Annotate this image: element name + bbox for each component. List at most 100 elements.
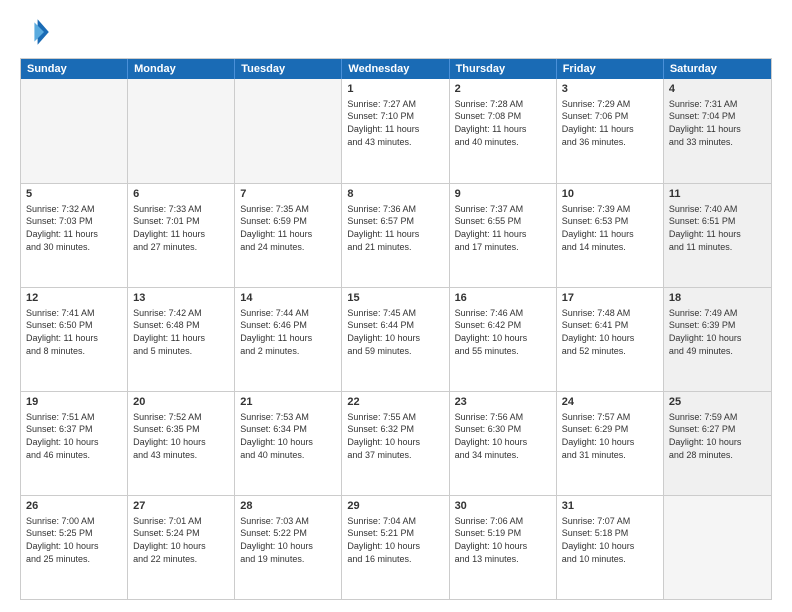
- cell-info: Sunrise: 7:57 AM Sunset: 6:29 PM Dayligh…: [562, 411, 658, 461]
- cell-info: Sunrise: 7:00 AM Sunset: 5:25 PM Dayligh…: [26, 515, 122, 565]
- day-number: 15: [347, 291, 443, 306]
- cell-info: Sunrise: 7:48 AM Sunset: 6:41 PM Dayligh…: [562, 307, 658, 357]
- day-header-wednesday: Wednesday: [342, 59, 449, 79]
- day-number: 8: [347, 187, 443, 202]
- calendar-cell: 26Sunrise: 7:00 AM Sunset: 5:25 PM Dayli…: [21, 496, 128, 599]
- calendar-cell: [128, 79, 235, 183]
- calendar-body: 1Sunrise: 7:27 AM Sunset: 7:10 PM Daylig…: [21, 79, 771, 599]
- calendar-cell: 8Sunrise: 7:36 AM Sunset: 6:57 PM Daylig…: [342, 184, 449, 287]
- cell-info: Sunrise: 7:32 AM Sunset: 7:03 PM Dayligh…: [26, 203, 122, 253]
- day-number: 26: [26, 499, 122, 514]
- cell-info: Sunrise: 7:28 AM Sunset: 7:08 PM Dayligh…: [455, 98, 551, 148]
- day-number: 14: [240, 291, 336, 306]
- day-number: 7: [240, 187, 336, 202]
- day-header-friday: Friday: [557, 59, 664, 79]
- cell-info: Sunrise: 7:01 AM Sunset: 5:24 PM Dayligh…: [133, 515, 229, 565]
- day-number: 19: [26, 395, 122, 410]
- calendar-cell: 22Sunrise: 7:55 AM Sunset: 6:32 PM Dayli…: [342, 392, 449, 495]
- calendar-cell: 27Sunrise: 7:01 AM Sunset: 5:24 PM Dayli…: [128, 496, 235, 599]
- cell-info: Sunrise: 7:51 AM Sunset: 6:37 PM Dayligh…: [26, 411, 122, 461]
- calendar-cell: 10Sunrise: 7:39 AM Sunset: 6:53 PM Dayli…: [557, 184, 664, 287]
- day-number: 5: [26, 187, 122, 202]
- calendar-cell: 28Sunrise: 7:03 AM Sunset: 5:22 PM Dayli…: [235, 496, 342, 599]
- cell-info: Sunrise: 7:39 AM Sunset: 6:53 PM Dayligh…: [562, 203, 658, 253]
- calendar-cell: 16Sunrise: 7:46 AM Sunset: 6:42 PM Dayli…: [450, 288, 557, 391]
- cell-info: Sunrise: 7:55 AM Sunset: 6:32 PM Dayligh…: [347, 411, 443, 461]
- calendar-week-4: 19Sunrise: 7:51 AM Sunset: 6:37 PM Dayli…: [21, 391, 771, 495]
- calendar-cell: [664, 496, 771, 599]
- cell-info: Sunrise: 7:31 AM Sunset: 7:04 PM Dayligh…: [669, 98, 766, 148]
- calendar-cell: [21, 79, 128, 183]
- day-number: 6: [133, 187, 229, 202]
- day-number: 30: [455, 499, 551, 514]
- cell-info: Sunrise: 7:03 AM Sunset: 5:22 PM Dayligh…: [240, 515, 336, 565]
- calendar-cell: 21Sunrise: 7:53 AM Sunset: 6:34 PM Dayli…: [235, 392, 342, 495]
- calendar-cell: 11Sunrise: 7:40 AM Sunset: 6:51 PM Dayli…: [664, 184, 771, 287]
- header: [20, 16, 772, 48]
- cell-info: Sunrise: 7:04 AM Sunset: 5:21 PM Dayligh…: [347, 515, 443, 565]
- day-number: 25: [669, 395, 766, 410]
- calendar-cell: 6Sunrise: 7:33 AM Sunset: 7:01 PM Daylig…: [128, 184, 235, 287]
- calendar-cell: 25Sunrise: 7:59 AM Sunset: 6:27 PM Dayli…: [664, 392, 771, 495]
- calendar-cell: 7Sunrise: 7:35 AM Sunset: 6:59 PM Daylig…: [235, 184, 342, 287]
- cell-info: Sunrise: 7:59 AM Sunset: 6:27 PM Dayligh…: [669, 411, 766, 461]
- day-header-tuesday: Tuesday: [235, 59, 342, 79]
- calendar-week-5: 26Sunrise: 7:00 AM Sunset: 5:25 PM Dayli…: [21, 495, 771, 599]
- calendar-cell: 19Sunrise: 7:51 AM Sunset: 6:37 PM Dayli…: [21, 392, 128, 495]
- cell-info: Sunrise: 7:27 AM Sunset: 7:10 PM Dayligh…: [347, 98, 443, 148]
- logo: [20, 16, 56, 48]
- day-header-monday: Monday: [128, 59, 235, 79]
- calendar-cell: 14Sunrise: 7:44 AM Sunset: 6:46 PM Dayli…: [235, 288, 342, 391]
- calendar-cell: 30Sunrise: 7:06 AM Sunset: 5:19 PM Dayli…: [450, 496, 557, 599]
- calendar-cell: 12Sunrise: 7:41 AM Sunset: 6:50 PM Dayli…: [21, 288, 128, 391]
- day-number: 2: [455, 82, 551, 97]
- day-number: 21: [240, 395, 336, 410]
- cell-info: Sunrise: 7:41 AM Sunset: 6:50 PM Dayligh…: [26, 307, 122, 357]
- cell-info: Sunrise: 7:53 AM Sunset: 6:34 PM Dayligh…: [240, 411, 336, 461]
- day-number: 13: [133, 291, 229, 306]
- day-number: 18: [669, 291, 766, 306]
- cell-info: Sunrise: 7:52 AM Sunset: 6:35 PM Dayligh…: [133, 411, 229, 461]
- calendar-cell: 3Sunrise: 7:29 AM Sunset: 7:06 PM Daylig…: [557, 79, 664, 183]
- calendar-week-1: 1Sunrise: 7:27 AM Sunset: 7:10 PM Daylig…: [21, 79, 771, 183]
- calendar-week-3: 12Sunrise: 7:41 AM Sunset: 6:50 PM Dayli…: [21, 287, 771, 391]
- day-number: 20: [133, 395, 229, 410]
- calendar-cell: 4Sunrise: 7:31 AM Sunset: 7:04 PM Daylig…: [664, 79, 771, 183]
- cell-info: Sunrise: 7:36 AM Sunset: 6:57 PM Dayligh…: [347, 203, 443, 253]
- day-number: 28: [240, 499, 336, 514]
- day-header-saturday: Saturday: [664, 59, 771, 79]
- calendar: SundayMondayTuesdayWednesdayThursdayFrid…: [20, 58, 772, 600]
- cell-info: Sunrise: 7:06 AM Sunset: 5:19 PM Dayligh…: [455, 515, 551, 565]
- calendar-cell: 15Sunrise: 7:45 AM Sunset: 6:44 PM Dayli…: [342, 288, 449, 391]
- calendar-cell: 20Sunrise: 7:52 AM Sunset: 6:35 PM Dayli…: [128, 392, 235, 495]
- day-number: 24: [562, 395, 658, 410]
- cell-info: Sunrise: 7:40 AM Sunset: 6:51 PM Dayligh…: [669, 203, 766, 253]
- logo-icon: [20, 16, 52, 48]
- calendar-cell: 24Sunrise: 7:57 AM Sunset: 6:29 PM Dayli…: [557, 392, 664, 495]
- calendar-cell: 13Sunrise: 7:42 AM Sunset: 6:48 PM Dayli…: [128, 288, 235, 391]
- calendar-cell: [235, 79, 342, 183]
- calendar-cell: 17Sunrise: 7:48 AM Sunset: 6:41 PM Dayli…: [557, 288, 664, 391]
- calendar-week-2: 5Sunrise: 7:32 AM Sunset: 7:03 PM Daylig…: [21, 183, 771, 287]
- cell-info: Sunrise: 7:07 AM Sunset: 5:18 PM Dayligh…: [562, 515, 658, 565]
- calendar-cell: 5Sunrise: 7:32 AM Sunset: 7:03 PM Daylig…: [21, 184, 128, 287]
- calendar-cell: 23Sunrise: 7:56 AM Sunset: 6:30 PM Dayli…: [450, 392, 557, 495]
- day-number: 10: [562, 187, 658, 202]
- day-number: 3: [562, 82, 658, 97]
- cell-info: Sunrise: 7:45 AM Sunset: 6:44 PM Dayligh…: [347, 307, 443, 357]
- cell-info: Sunrise: 7:56 AM Sunset: 6:30 PM Dayligh…: [455, 411, 551, 461]
- day-number: 23: [455, 395, 551, 410]
- day-number: 16: [455, 291, 551, 306]
- day-number: 29: [347, 499, 443, 514]
- calendar-header: SundayMondayTuesdayWednesdayThursdayFrid…: [21, 59, 771, 79]
- cell-info: Sunrise: 7:35 AM Sunset: 6:59 PM Dayligh…: [240, 203, 336, 253]
- day-number: 12: [26, 291, 122, 306]
- calendar-cell: 18Sunrise: 7:49 AM Sunset: 6:39 PM Dayli…: [664, 288, 771, 391]
- cell-info: Sunrise: 7:33 AM Sunset: 7:01 PM Dayligh…: [133, 203, 229, 253]
- day-number: 1: [347, 82, 443, 97]
- calendar-cell: 2Sunrise: 7:28 AM Sunset: 7:08 PM Daylig…: [450, 79, 557, 183]
- calendar-cell: 9Sunrise: 7:37 AM Sunset: 6:55 PM Daylig…: [450, 184, 557, 287]
- day-number: 22: [347, 395, 443, 410]
- cell-info: Sunrise: 7:46 AM Sunset: 6:42 PM Dayligh…: [455, 307, 551, 357]
- page: SundayMondayTuesdayWednesdayThursdayFrid…: [0, 0, 792, 612]
